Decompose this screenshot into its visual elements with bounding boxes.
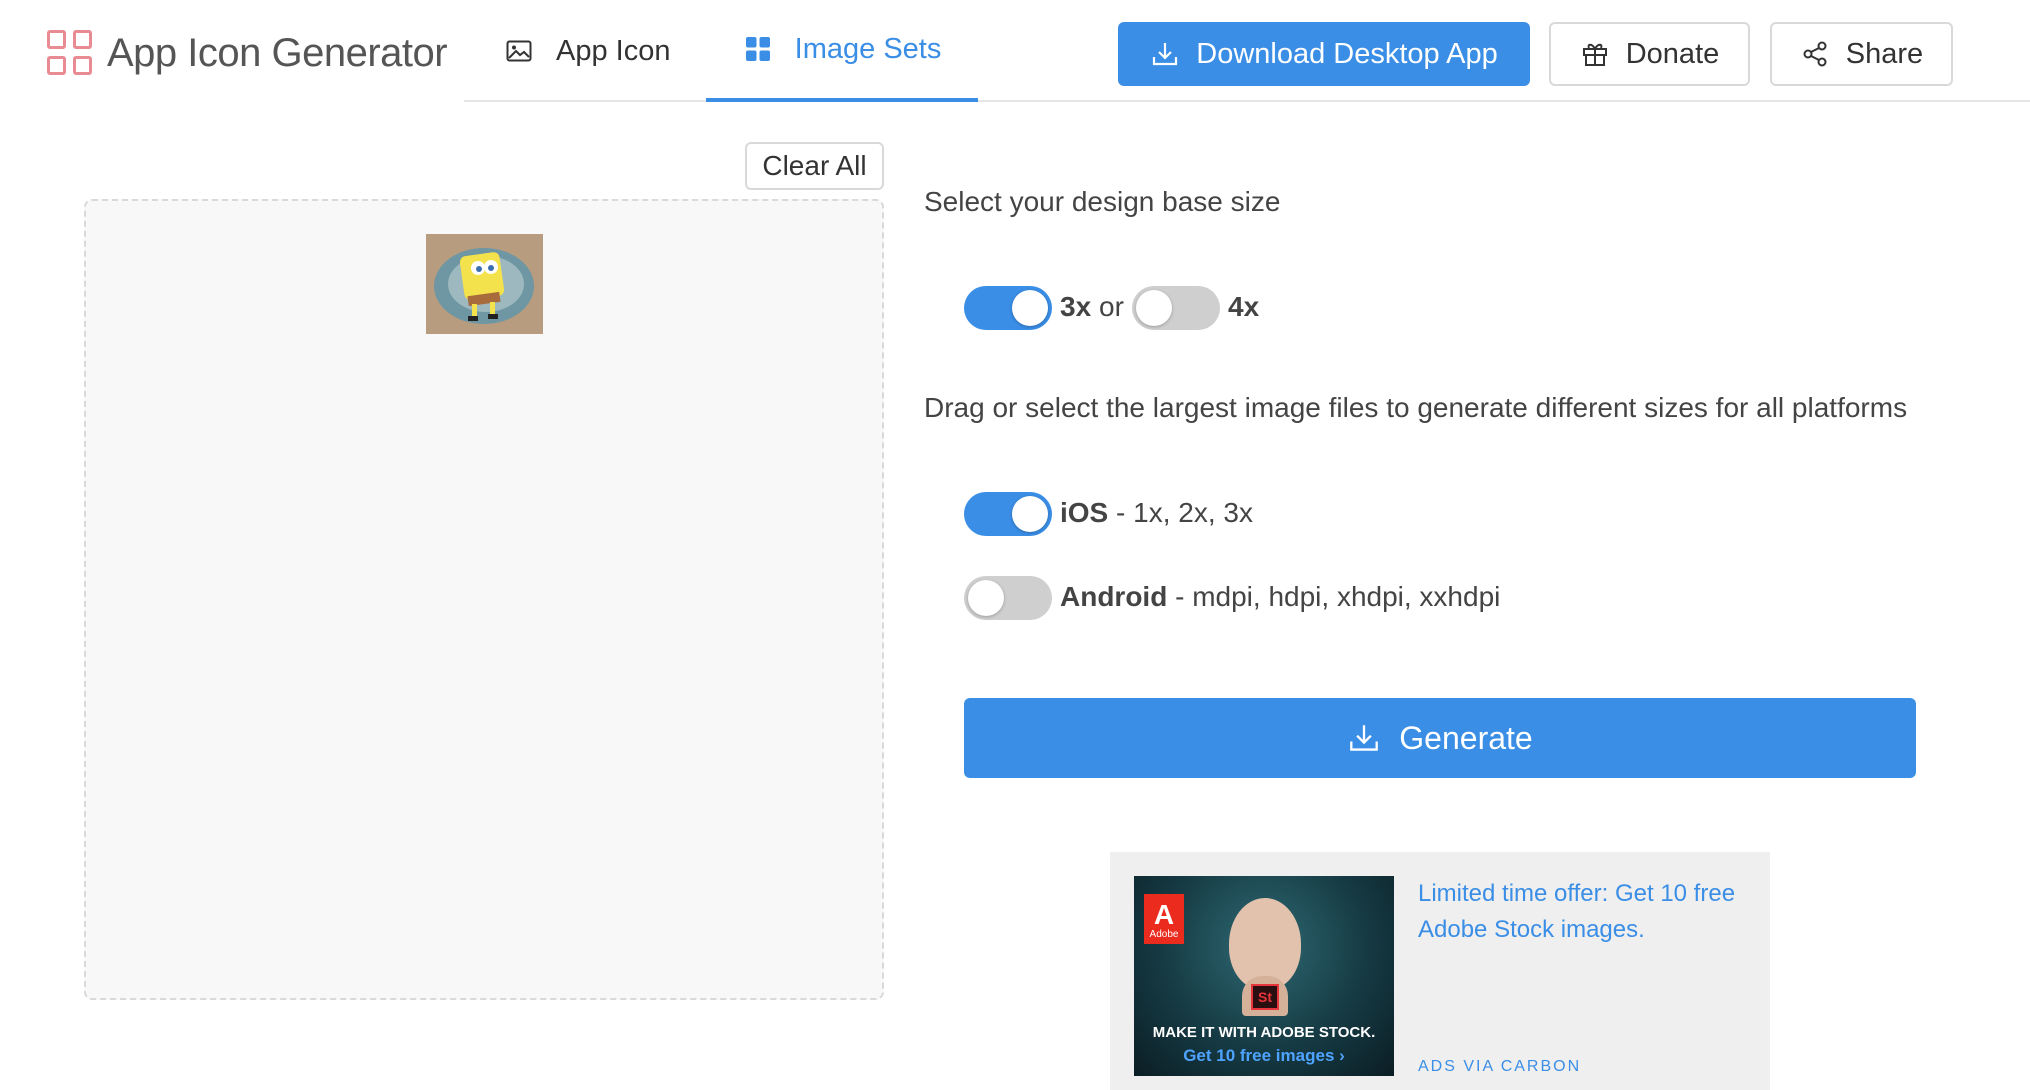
platform-android-sizes: - mdpi, hdpi, xhdpi, xxhdpi <box>1167 581 1501 612</box>
platform-android-label: Android - mdpi, hdpi, xhdpi, xxhdpi <box>1060 581 1500 613</box>
option-4x-label: 4x <box>1228 291 1260 322</box>
download-desktop-app-button[interactable]: Download Desktop App <box>1118 22 1530 86</box>
ad-caption-headline: MAKE IT WITH ADOBE STOCK. <box>1152 1024 1376 1041</box>
carbon-ad[interactable]: A Adobe St MAKE IT WITH ADOBE STOCK. Get… <box>1110 852 1770 1090</box>
uploaded-image-thumbnail[interactable] <box>426 234 543 334</box>
option-or-label: or <box>1099 291 1124 322</box>
share-button[interactable]: Share <box>1770 22 1953 86</box>
toggle-android[interactable] <box>964 576 1052 620</box>
clear-all-button[interactable]: Clear All <box>745 142 884 190</box>
brand[interactable]: App Icon Generator <box>47 30 448 76</box>
platform-ios-label: iOS - 1x, 2x, 3x <box>1060 497 1253 529</box>
toggle-knob <box>1136 290 1172 326</box>
option-3x-label: 3x <box>1060 291 1092 322</box>
download-icon <box>1150 39 1180 69</box>
gift-icon <box>1580 39 1610 69</box>
adobe-logo-icon: A Adobe <box>1144 894 1184 944</box>
tab-app-icon[interactable]: App Icon <box>504 0 670 102</box>
tab-image-sets[interactable]: Image Sets <box>706 0 978 102</box>
share-label: Share <box>1845 37 1924 70</box>
platform-android-name: Android <box>1060 581 1168 612</box>
toggle-knob <box>1012 496 1048 532</box>
drag-instructions: Drag or select the largest image files t… <box>924 392 1908 423</box>
ad-brand: Adobe <box>1149 929 1179 940</box>
image-icon <box>504 36 534 66</box>
toggle-knob <box>968 580 1004 616</box>
ad-text-link[interactable]: Limited time offer: Get 10 free Adobe St… <box>1418 876 1748 948</box>
grid-icon <box>743 34 773 64</box>
platform-ios-sizes: - 1x, 2x, 3x <box>1108 497 1253 528</box>
generate-label: Generate <box>1399 719 1533 756</box>
tab-app-icon-label: App Icon <box>556 34 671 67</box>
toggle-knob <box>1012 290 1048 326</box>
platform-ios-name: iOS <box>1060 497 1109 528</box>
donate-button[interactable]: Donate <box>1549 22 1750 86</box>
adobe-stock-icon: St <box>1251 984 1279 1010</box>
donate-label: Donate <box>1625 37 1720 70</box>
download-icon <box>1347 721 1381 755</box>
image-dropzone[interactable] <box>84 199 884 1000</box>
tab-image-sets-label: Image Sets <box>794 32 942 65</box>
ad-image[interactable]: A Adobe St MAKE IT WITH ADOBE STOCK. Get… <box>1134 876 1394 1076</box>
download-desktop-app-label: Download Desktop App <box>1196 37 1498 70</box>
ad-caption-link: Get 10 free images › <box>1183 1046 1345 1065</box>
header: App Icon Generator App Icon Image Sets D… <box>0 0 2030 102</box>
generate-button[interactable]: Generate <box>964 698 1916 778</box>
app-logo-icon <box>47 30 93 76</box>
toggle-3x[interactable] <box>964 286 1052 330</box>
brand-title: App Icon Generator <box>107 30 448 75</box>
base-size-label: Select your design base size <box>924 186 1281 217</box>
toggle-ios[interactable] <box>964 492 1052 536</box>
toggle-4x[interactable] <box>1132 286 1220 330</box>
share-icon <box>1800 39 1830 69</box>
ads-via-carbon-link[interactable]: ADS VIA CARBON <box>1418 1058 1581 1076</box>
